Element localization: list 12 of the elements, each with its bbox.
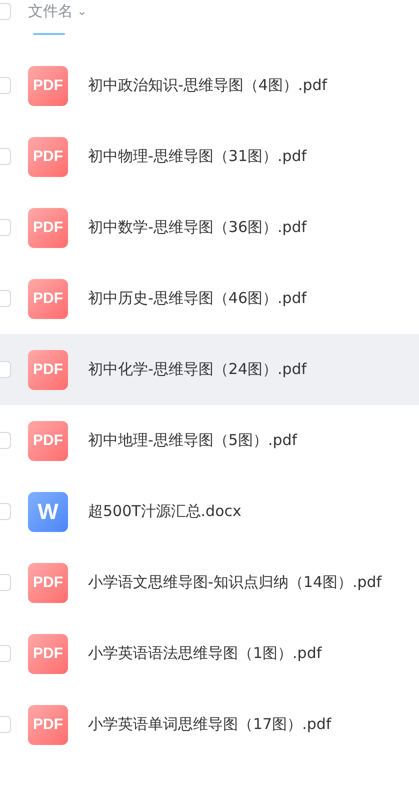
file-name[interactable]: 初中化学-思维导图（24图）.pdf — [88, 360, 307, 379]
file-name[interactable]: 初中历史-思维导图（46图）.pdf — [88, 289, 307, 308]
file-row[interactable]: PDF 初中化学-思维导图（24图）.pdf — [0, 334, 419, 405]
file-name[interactable]: 超500T汁源汇总.docx — [88, 502, 242, 521]
file-name[interactable]: 初中物理-思维导图（31图）.pdf — [88, 147, 307, 166]
tab-underline — [33, 33, 65, 35]
file-name[interactable]: 小学英语单词思维导图（17图）.pdf — [88, 715, 332, 734]
file-name[interactable]: 初中政治知识-思维导图（4图）.pdf — [88, 76, 328, 95]
file-name[interactable]: 小学语文思维导图-知识点归纳（14图）.pdf — [88, 573, 382, 592]
file-name[interactable]: 初中地理-思维导图（5图）.pdf — [88, 431, 298, 450]
file-name[interactable]: 小学英语语法思维导图（1图）.pdf — [88, 644, 322, 663]
file-name[interactable]: 初中数学-思维导图（36图）.pdf — [88, 218, 307, 237]
